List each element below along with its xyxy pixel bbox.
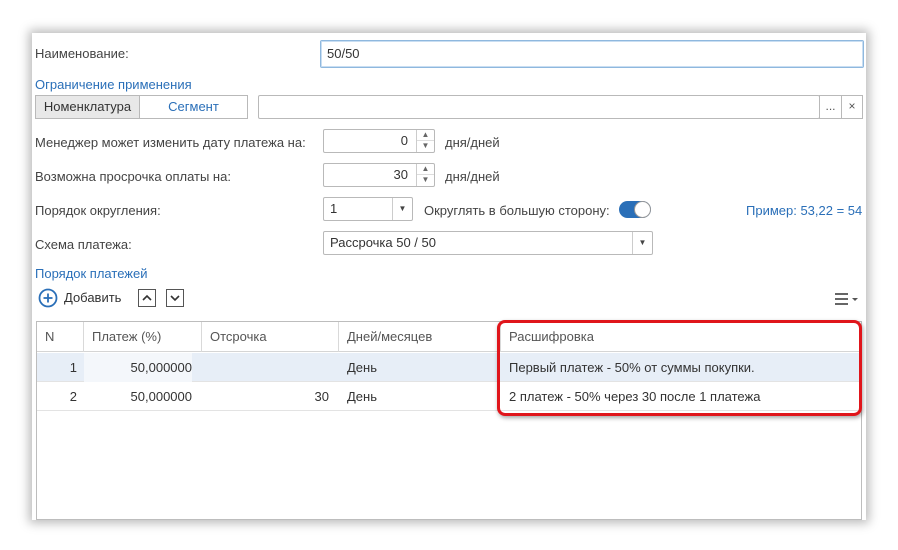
step-up-icon[interactable]: ▲ [417,130,434,141]
form-window: Наименование: 50/50 Ограничение применен… [32,33,866,520]
scheme-label: Схема платежа: [35,237,132,252]
add-button-label: Добавить [64,290,122,305]
scheme-value: Рассрочка 50 / 50 [330,235,436,250]
chevron-down-icon[interactable]: ▼ [632,232,652,254]
cell-n: 1 [69,360,77,375]
highlight-frame [497,320,862,416]
step-down-icon[interactable]: ▼ [417,141,434,152]
name-label: Наименование: [35,46,129,61]
delay-days-value: 30 [393,167,408,182]
manager-days-input[interactable]: 0 ▲ ▼ [323,129,435,153]
step-down-icon[interactable]: ▼ [417,175,434,186]
step-up-icon[interactable]: ▲ [417,164,434,175]
restriction-link[interactable]: Ограничение применения [35,77,192,92]
delay-unit-label: дня/дней [445,169,500,184]
delay-days-stepper[interactable]: ▲ ▼ [416,164,434,186]
rounding-example: Пример: 53,22 = 54 [746,203,863,218]
cell-pct: 50,000000 [84,353,192,382]
round-up-toggle[interactable] [619,201,651,218]
chevron-down-icon[interactable] [166,289,184,307]
segment-button[interactable]: Сегмент [139,95,248,119]
col-n[interactable]: N [37,322,84,352]
rounding-value: 1 [330,201,338,216]
col-payment-pct[interactable]: Платеж (%) [84,322,202,352]
add-circle-icon [38,288,58,308]
rounding-select[interactable]: 1 ▼ [323,197,413,221]
cell-delay: 30 [314,389,329,404]
select-button[interactable]: ... [819,95,842,119]
delay-days-input[interactable]: 30 ▲ ▼ [323,163,435,187]
restriction-input[interactable] [258,95,820,119]
cell-unit: День [347,389,377,404]
name-input[interactable]: 50/50 [320,40,864,68]
clear-button[interactable]: × [841,95,863,119]
manager-days-stepper[interactable]: ▲ ▼ [416,130,434,152]
payments-link[interactable]: Порядок платежей [35,266,147,281]
toggle-knob [634,201,651,218]
cell-n: 2 [69,389,77,404]
cell-delay [202,353,329,382]
delay-label: Возможна просрочка оплаты на: [35,169,231,184]
nomenclature-button[interactable]: Номенклатура [35,95,140,119]
round-up-label: Округлять в большую сторону: [424,203,610,218]
scheme-select[interactable]: Рассрочка 50 / 50 ▼ [323,231,653,255]
manager-unit-label: дня/дней [445,135,500,150]
cell-pct: 50,000000 [130,389,192,404]
manager-days-value: 0 [400,133,408,148]
col-unit[interactable]: Дней/месяцев [339,322,501,352]
hamburger-icon[interactable] [834,291,860,307]
rounding-label: Порядок округления: [35,203,161,218]
chevron-down-icon[interactable]: ▼ [392,198,412,220]
cell-unit: День [347,360,377,375]
chevron-up-icon[interactable] [138,289,156,307]
manager-label: Менеджер может изменить дату платежа на: [35,135,306,150]
col-delay[interactable]: Отсрочка [202,322,339,352]
